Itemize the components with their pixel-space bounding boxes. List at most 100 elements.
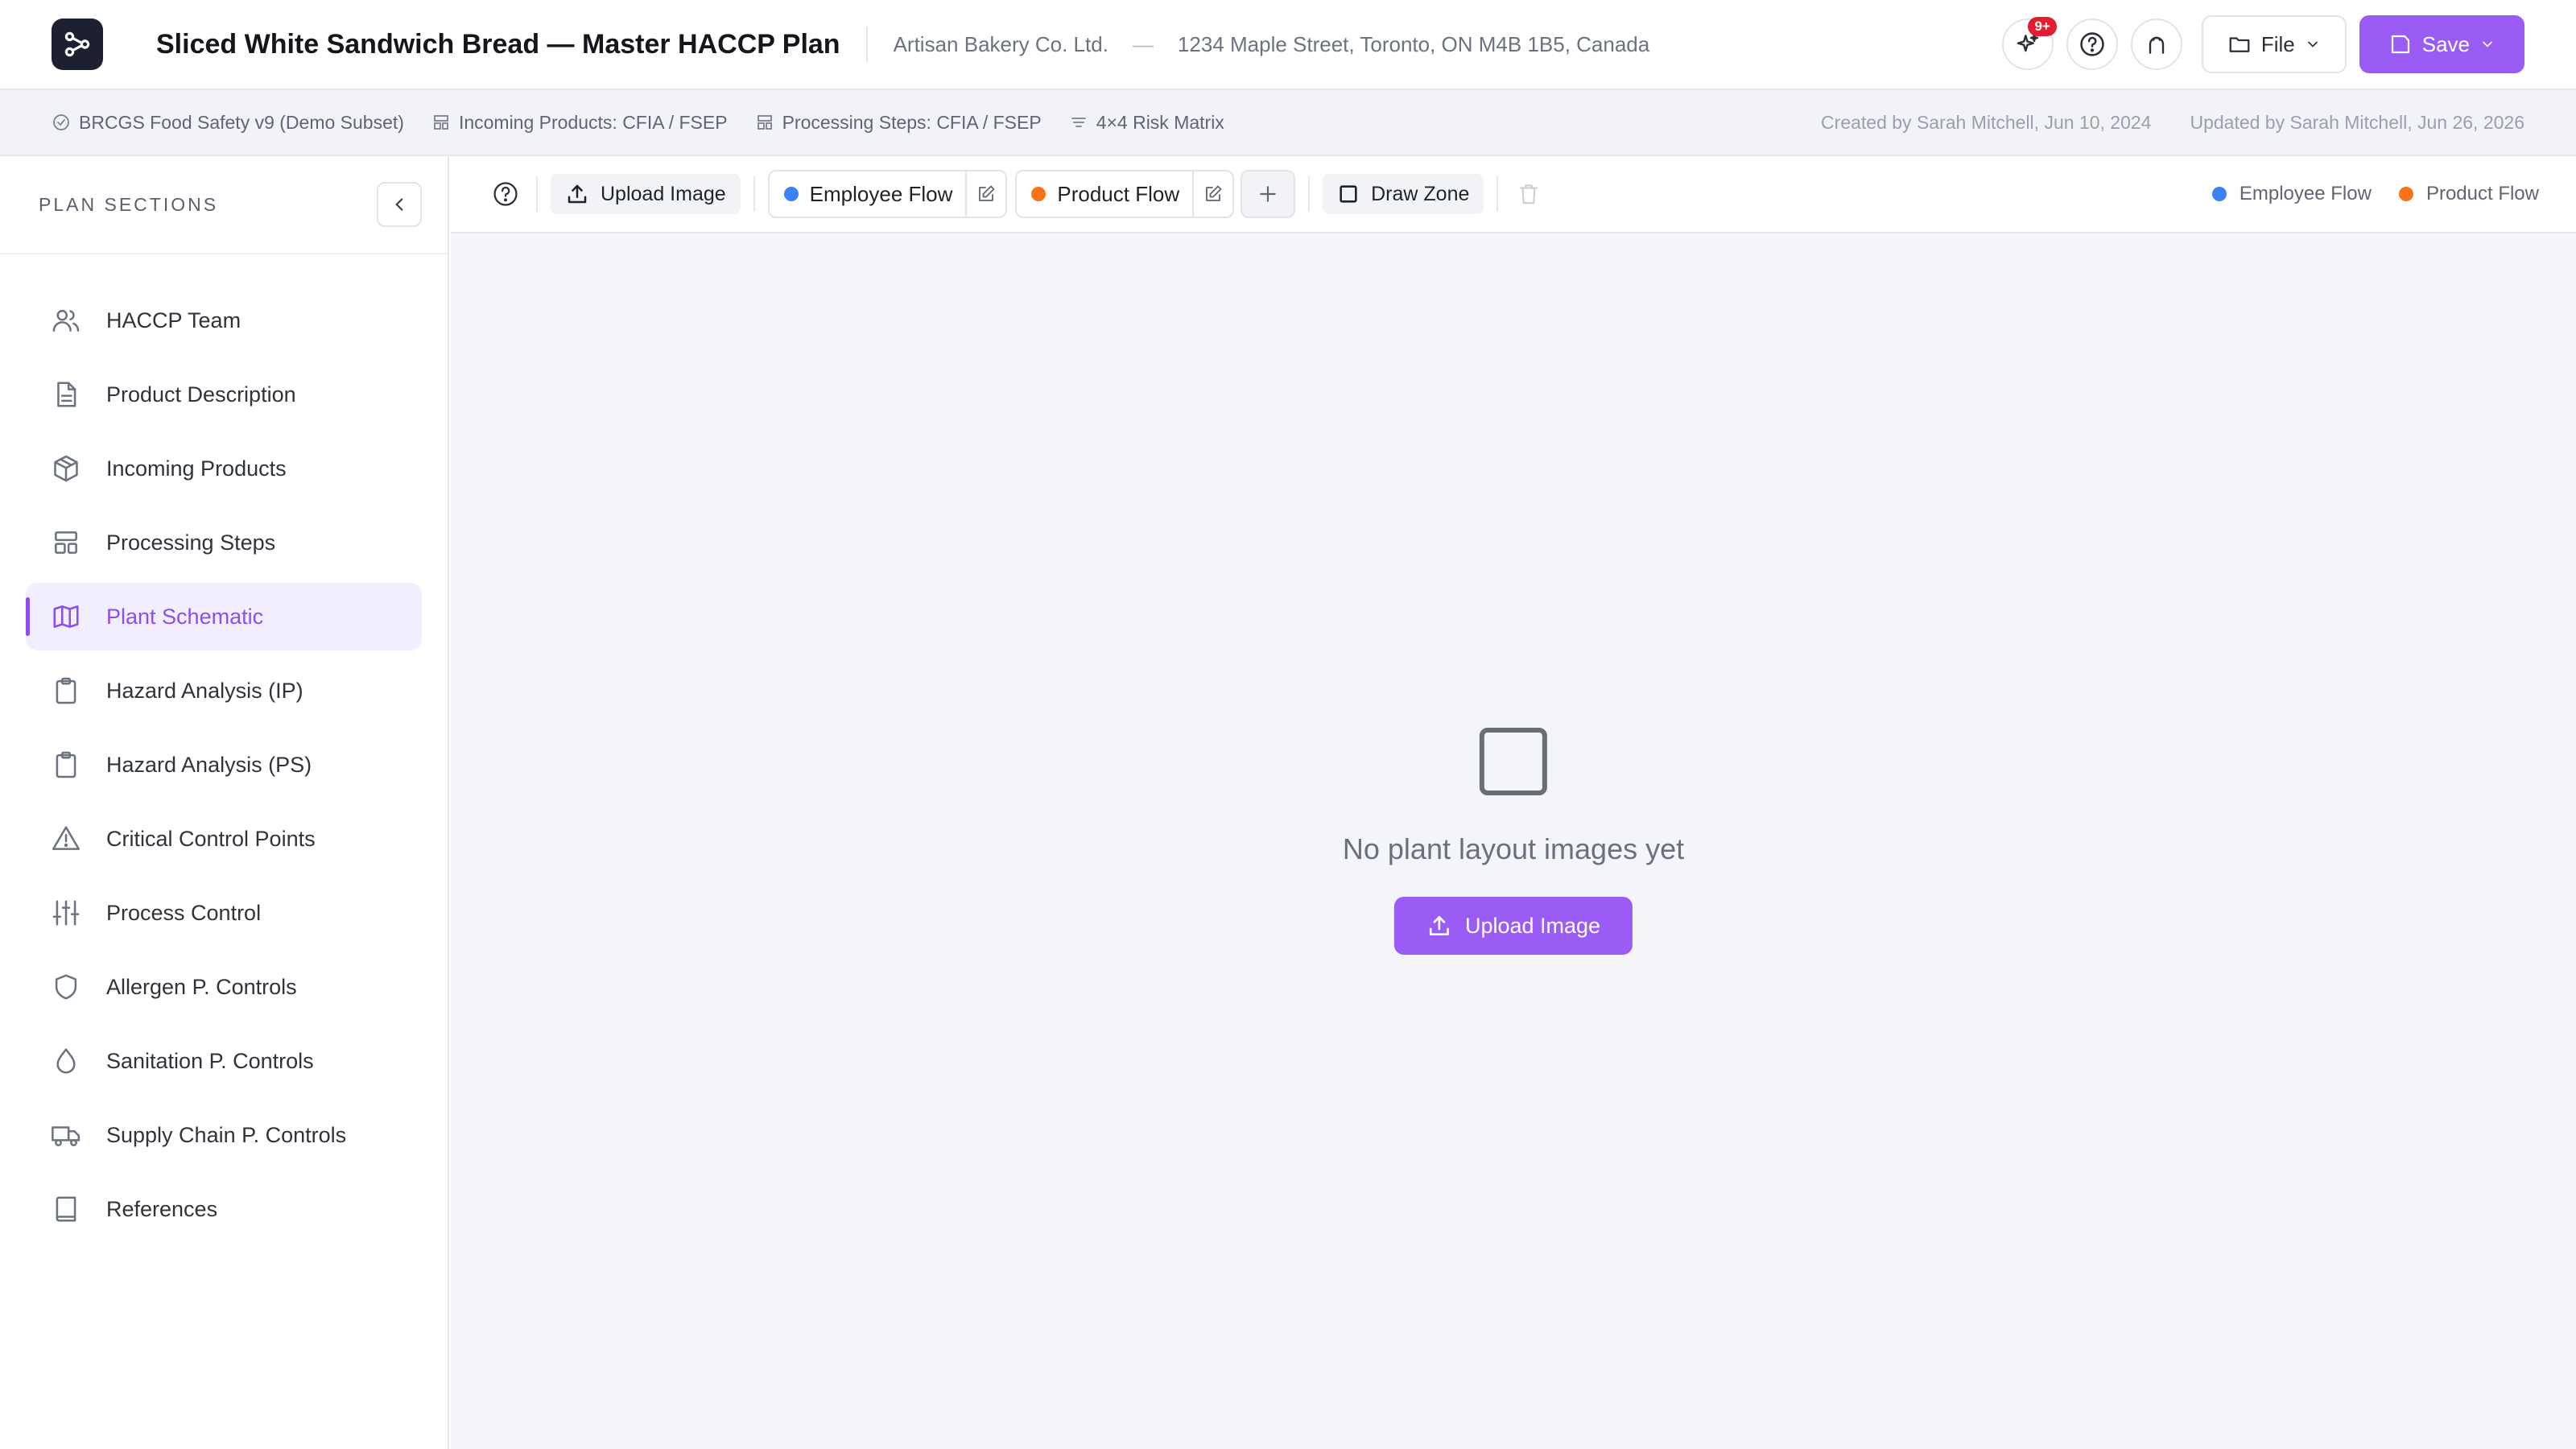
file-menu-button[interactable]: File — [2201, 15, 2347, 73]
folder-icon — [2229, 37, 2250, 52]
empty-state-text: No plant layout images yet — [1342, 832, 1685, 865]
app-header: Sliced White Sandwich Bread — Master HAC… — [0, 0, 2576, 90]
trash-icon — [1520, 184, 1538, 204]
sidebar-item-label: Process Control — [106, 900, 262, 925]
logo-icon — [64, 31, 90, 57]
risk-matrix-setting: 4×4 Risk Matrix — [1069, 112, 1224, 134]
ai-assistant-button[interactable]: 9+ — [2001, 17, 2057, 70]
page-title: Sliced White Sandwich Bread — Master HAC… — [156, 28, 840, 60]
help-icon — [2080, 32, 2104, 56]
employee-flow-chip: Employee Flow — [767, 170, 1008, 218]
delete-button[interactable] — [1511, 176, 1546, 212]
sidebar-nav: HACCP Team Product Description Incoming … — [0, 254, 448, 1243]
warning-icon — [52, 826, 80, 850]
sidebar-item-plant-schematic[interactable]: Plant Schematic — [26, 583, 422, 650]
sidebar-item-label: Plant Schematic — [106, 604, 264, 629]
sidebar-item-process-control[interactable]: Process Control — [26, 879, 422, 947]
clipboard-icon — [56, 751, 76, 778]
add-flow-button[interactable] — [1241, 170, 1296, 218]
flow-legend: Employee Flow Product Flow — [2211, 183, 2539, 205]
sidebar-header: PLAN SECTIONS — [0, 156, 448, 254]
toolbar-help-button[interactable] — [488, 176, 523, 212]
plan-metadata-bar: BRCGS Food Safety v9 (Demo Subset) Incom… — [0, 90, 2576, 156]
draw-zone-button[interactable]: Draw Zone — [1323, 174, 1484, 214]
sidebar-item-haccp-team[interactable]: HACCP Team — [26, 287, 422, 354]
chevron-left-icon — [395, 198, 403, 211]
upload-image-button[interactable]: Upload Image — [551, 174, 741, 214]
upload-image-label: Upload Image — [601, 182, 726, 205]
upload-icon — [1429, 916, 1449, 935]
edit-icon — [1206, 185, 1222, 201]
toolbar-divider — [1308, 176, 1311, 212]
chevron-down-icon — [2307, 41, 2318, 47]
employee-flow-label: Employee Flow — [809, 181, 953, 206]
created-info: Created by Sarah Mitchell, Jun 10, 2024 — [1821, 111, 2152, 133]
edit-product-flow-button[interactable] — [1192, 171, 1232, 217]
layout-icon — [434, 115, 448, 130]
toolbar-divider — [536, 176, 538, 212]
user-account-button[interactable] — [2130, 19, 2182, 70]
save-label: Save — [2421, 31, 2470, 56]
edit-icon — [979, 185, 995, 201]
sidebar-item-label: Hazard Analysis (IP) — [106, 678, 303, 703]
plus-icon — [1260, 186, 1276, 202]
notification-badge: 9+ — [2028, 17, 2057, 36]
edit-employee-flow-button[interactable] — [965, 171, 1005, 217]
sidebar-item-product-description[interactable]: Product Description — [26, 361, 422, 428]
sidebar-title: PLAN SECTIONS — [39, 193, 219, 215]
food-safety-standard: BRCGS Food Safety v9 (Demo Subset) — [52, 112, 404, 134]
box-icon — [54, 455, 78, 482]
company-address: 1234 Maple Street, Toronto, ON M4B 1B5, … — [1177, 31, 1650, 56]
schematic-toolbar: Upload Image Employee Flow Product Flow — [451, 156, 2576, 233]
sidebar-item-label: Processing Steps — [106, 530, 276, 555]
help-button[interactable] — [2066, 19, 2118, 70]
header-separator: — — [1132, 31, 1154, 56]
sidebar-item-label: References — [106, 1196, 218, 1221]
upload-image-primary-label: Upload Image — [1464, 913, 1601, 938]
sidebar-item-critical-control-points[interactable]: Critical Control Points — [26, 805, 422, 873]
sidebar-item-sanitation-controls[interactable]: Sanitation P. Controls — [26, 1027, 422, 1095]
sidebar-item-label: Sanitation P. Controls — [106, 1048, 314, 1073]
sidebar-item-label: Product Description — [106, 382, 296, 407]
sidebar-item-incoming-products[interactable]: Incoming Products — [26, 435, 422, 502]
product-flow-label: Product Flow — [1057, 181, 1180, 206]
updated-info: Updated by Sarah Mitchell, Jun 26, 2026 — [2190, 111, 2524, 133]
collapse-sidebar-button[interactable] — [377, 182, 422, 227]
layout-icon — [55, 531, 77, 554]
layout-icon — [757, 115, 772, 130]
upload-icon — [568, 184, 587, 204]
legend-product-flow: Product Flow — [2398, 183, 2539, 205]
sidebar-item-processing-steps[interactable]: Processing Steps — [26, 509, 422, 576]
sidebar-item-label: Allergen P. Controls — [106, 974, 297, 999]
sidebar-item-supply-chain-controls[interactable]: Supply Chain P. Controls — [26, 1101, 422, 1169]
chevron-down-icon — [2483, 41, 2492, 47]
legend-product-dot — [2398, 187, 2413, 201]
save-button[interactable]: Save — [2359, 15, 2524, 73]
sidebar-item-references[interactable]: References — [26, 1175, 422, 1243]
processing-steps-standard: Processing Steps: CFIA / FSEP — [755, 112, 1042, 134]
legend-employee-dot — [2211, 187, 2227, 201]
user-icon — [2149, 36, 2165, 54]
product-flow-button[interactable]: Product Flow — [1017, 182, 1192, 207]
toolbar-divider — [753, 176, 755, 212]
employee-flow-button[interactable]: Employee Flow — [770, 182, 966, 207]
lines-icon — [1071, 118, 1086, 127]
users-icon — [52, 309, 80, 332]
sidebar-item-label: Hazard Analysis (PS) — [106, 752, 312, 777]
file-menu-label: File — [2260, 31, 2295, 56]
app-logo[interactable] — [52, 19, 103, 70]
truck-icon — [52, 1126, 80, 1146]
upload-image-primary-button[interactable]: Upload Image — [1393, 897, 1633, 955]
product-flow-dot — [1031, 187, 1046, 201]
header-actions: 9+ File Save — [2001, 15, 2524, 73]
map-icon — [53, 605, 79, 628]
sidebar-item-hazard-analysis-ps[interactable]: Hazard Analysis (PS) — [26, 731, 422, 799]
schematic-canvas[interactable]: No plant layout images yet Upload Image — [451, 233, 2576, 1449]
sidebar-item-allergen-controls[interactable]: Allergen P. Controls — [26, 953, 422, 1021]
plan-sections-sidebar: PLAN SECTIONS HACCP Team Product Descrip… — [0, 156, 449, 1449]
help-icon — [493, 182, 518, 206]
sidebar-item-label: HACCP Team — [106, 308, 242, 332]
sidebar-item-label: Supply Chain P. Controls — [106, 1122, 347, 1147]
sidebar-item-hazard-analysis-ip[interactable]: Hazard Analysis (IP) — [26, 657, 422, 724]
empty-image-icon — [1479, 728, 1547, 795]
